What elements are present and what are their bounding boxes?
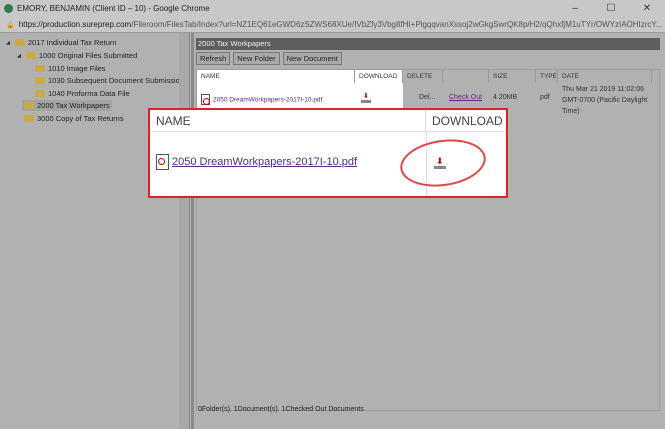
collapse-icon[interactable]: ◢ bbox=[17, 53, 21, 59]
highlight-circle bbox=[397, 134, 489, 192]
folder-tree: ◢ 2017 Individual Tax Return ◢ 1000 Origin… bbox=[0, 33, 190, 429]
chrome-app-icon bbox=[4, 4, 13, 13]
col-type[interactable]: TYPE bbox=[536, 70, 558, 83]
url-path: /Fileroom/FilesTab/Index?url=NZ1EQ61eGWD… bbox=[131, 20, 663, 29]
col-download[interactable]: DOWNLOAD bbox=[355, 70, 403, 83]
zoom-callout: NAME DOWNLOAD 2050 DreamWorkpapers-2017I… bbox=[148, 108, 508, 198]
col-delete[interactable]: DELETE bbox=[403, 70, 443, 83]
new-folder-button[interactable]: New Folder bbox=[233, 52, 280, 65]
new-document-button[interactable]: New Document bbox=[282, 52, 342, 65]
tree-item-2000[interactable]: 2000 Tax Workpapers bbox=[22, 100, 112, 111]
folder-icon bbox=[35, 77, 45, 84]
download-button[interactable]: ⬇ bbox=[357, 93, 371, 105]
pdf-icon bbox=[156, 154, 169, 170]
check-out-link[interactable]: Check Out bbox=[445, 94, 482, 101]
col-size[interactable]: SIZE bbox=[489, 70, 536, 83]
maximize-button[interactable]: ☐ bbox=[593, 0, 629, 17]
folder-icon bbox=[25, 52, 36, 59]
tree-item-2017[interactable]: ◢ 2017 Individual Tax Return bbox=[6, 38, 117, 47]
tree-item-1040[interactable]: 1040 Proforma Data File bbox=[35, 89, 130, 98]
close-button[interactable]: ✕ bbox=[629, 0, 665, 17]
file-type: pdf bbox=[540, 94, 550, 101]
tree-item-1030[interactable]: 1030 Subsequent Document Submissions bbox=[35, 76, 188, 85]
callout-download-header: DOWNLOAD bbox=[426, 110, 506, 132]
title-bar: EMORY, BENJAMIN (Client ID – 10) - Googl… bbox=[0, 0, 665, 17]
callout-name-header: NAME bbox=[150, 110, 426, 132]
download-icon: ⬇ bbox=[361, 93, 371, 103]
url-host: https://production.sureprep.com bbox=[18, 20, 132, 29]
panel-title: 2000 Tax Workpapers bbox=[196, 38, 660, 50]
minimize-button[interactable]: – bbox=[557, 0, 593, 17]
folder-icon bbox=[24, 115, 34, 122]
pane-splitter[interactable] bbox=[191, 33, 194, 429]
file-link[interactable]: 2050 DreamWorkpapers-2017I-10.pdf bbox=[197, 94, 322, 105]
lock-icon: 🔒 bbox=[6, 21, 15, 29]
col-checkout bbox=[443, 70, 489, 83]
refresh-button[interactable]: Refresh bbox=[196, 52, 231, 65]
tree-item-1010[interactable]: 1010 Image Files bbox=[35, 64, 106, 73]
folder-icon bbox=[14, 39, 25, 46]
folder-icon bbox=[35, 65, 45, 72]
file-size: 4.20MB bbox=[493, 94, 518, 101]
file-date: Thu Mar 21 2019 11:02:06 GMT-0700 (Pacif… bbox=[562, 86, 648, 115]
col-name[interactable]: NAME bbox=[197, 70, 355, 83]
tree-item-1000[interactable]: ◢ 1000 Original Files Submitted bbox=[17, 51, 137, 60]
delete-link[interactable]: Del... bbox=[415, 94, 435, 101]
folder-icon bbox=[24, 102, 34, 109]
tree-scrollbar[interactable] bbox=[179, 33, 189, 429]
files-panel: 2000 Tax Workpapers Refresh New Folder N… bbox=[196, 33, 665, 429]
status-summary: 0Folder(s). 1Document(s). 1Checked Out D… bbox=[198, 406, 364, 413]
window-title: EMORY, BENJAMIN (Client ID – 10) - Googl… bbox=[17, 4, 210, 13]
address-bar[interactable]: 🔒 https://production.sureprep.com/Filero… bbox=[0, 17, 665, 33]
pdf-icon bbox=[201, 94, 210, 105]
tree-item-3000[interactable]: 3000 Copy of Tax Returns bbox=[24, 114, 124, 123]
col-date[interactable]: DATE bbox=[558, 70, 652, 83]
callout-file-link[interactable]: 2050 DreamWorkpapers-2017I-10.pdf bbox=[156, 154, 357, 170]
collapse-icon[interactable]: ◢ bbox=[6, 40, 10, 46]
folder-icon bbox=[35, 90, 45, 97]
